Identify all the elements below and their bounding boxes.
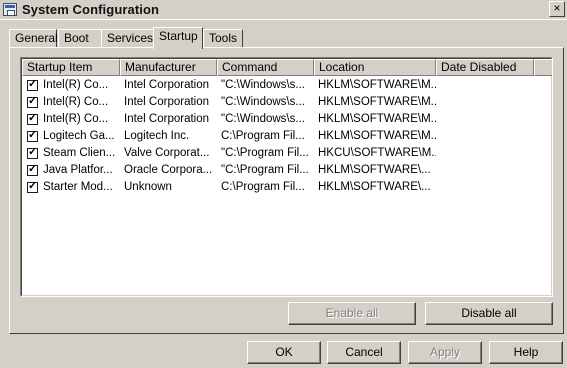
startup-item-checkbox[interactable]: ✓ xyxy=(27,112,38,125)
checkmark-icon: ✓ xyxy=(28,180,38,192)
tab-tools[interactable]: Tools xyxy=(203,29,243,48)
cell-manufacturer: Intel Corporation xyxy=(124,113,210,125)
cell-command: "C:\Windows\s... xyxy=(221,96,305,108)
table-row[interactable]: ✓ Logitech Ga... Logitech Inc. C:\Progra… xyxy=(22,128,552,145)
title-bar: System Configuration × xyxy=(0,0,567,20)
cell-location: HKLM\SOFTWARE\M... xyxy=(318,130,436,142)
ok-button[interactable]: OK xyxy=(247,341,321,364)
cell-location: HKCU\SOFTWARE\M... xyxy=(318,147,436,159)
checkmark-icon: ✓ xyxy=(28,163,38,175)
disable-all-button[interactable]: Disable all xyxy=(425,302,553,325)
checkmark-icon: ✓ xyxy=(28,95,38,107)
window-title: System Configuration xyxy=(22,2,160,17)
column-header-location[interactable]: Location xyxy=(314,59,436,76)
apply-button[interactable]: Apply xyxy=(408,341,482,364)
tab-services[interactable]: Services xyxy=(101,29,155,48)
cell-manufacturer: Oracle Corpora... xyxy=(124,164,213,176)
startup-item-checkbox[interactable]: ✓ xyxy=(27,129,38,142)
column-header-startup-item[interactable]: Startup Item xyxy=(22,59,120,76)
cell-location: HKLM\SOFTWARE\M... xyxy=(318,113,436,125)
cell-location: HKLM\SOFTWARE\... xyxy=(318,181,431,193)
table-row[interactable]: ✓ Intel(R) Co... Intel Corporation "C:\W… xyxy=(22,94,552,111)
table-row[interactable]: ✓ Starter Mod... Unknown C:\Program Fil.… xyxy=(22,179,552,196)
cancel-button[interactable]: Cancel xyxy=(327,341,401,364)
cell-startup-item: Intel(R) Co... xyxy=(43,79,109,91)
startup-item-checkbox[interactable]: ✓ xyxy=(27,163,38,176)
tab-startup[interactable]: Startup xyxy=(153,27,203,49)
column-header-date-disabled[interactable]: Date Disabled xyxy=(436,59,534,76)
cell-startup-item: Intel(R) Co... xyxy=(43,96,109,108)
cell-manufacturer: Logitech Inc. xyxy=(124,130,190,142)
cell-date-disabled xyxy=(437,111,533,128)
table-row[interactable]: ✓ Intel(R) Co... Intel Corporation "C:\W… xyxy=(22,77,552,94)
column-header-manufacturer[interactable]: Manufacturer xyxy=(120,59,217,76)
cell-location: HKLM\SOFTWARE\M... xyxy=(318,79,436,91)
checkmark-icon: ✓ xyxy=(28,112,38,124)
cell-date-disabled xyxy=(437,77,533,94)
cell-manufacturer: Valve Corporat... xyxy=(124,147,210,159)
cell-manufacturer: Intel Corporation xyxy=(124,96,210,108)
checkmark-icon: ✓ xyxy=(28,146,38,158)
startup-item-checkbox[interactable]: ✓ xyxy=(27,95,38,108)
cell-location: HKLM\SOFTWARE\... xyxy=(318,164,431,176)
cell-manufacturer: Intel Corporation xyxy=(124,79,210,91)
tab-boot[interactable]: Boot xyxy=(58,29,102,48)
column-header-filler xyxy=(534,59,552,76)
cell-date-disabled xyxy=(437,162,533,179)
checkmark-icon: ✓ xyxy=(28,78,38,90)
help-button[interactable]: Help xyxy=(489,341,563,364)
tab-general[interactable]: General xyxy=(9,29,58,48)
startup-item-checkbox[interactable]: ✓ xyxy=(27,180,38,193)
cell-date-disabled xyxy=(437,179,533,196)
startup-item-checkbox[interactable]: ✓ xyxy=(27,78,38,91)
cell-startup-item: Logitech Ga... xyxy=(43,130,115,142)
checkmark-icon: ✓ xyxy=(28,129,38,141)
cell-command: C:\Program Fil... xyxy=(221,130,305,142)
list-header: Startup Item Manufacturer Command Locati… xyxy=(22,59,552,76)
table-row[interactable]: ✓ Steam Clien... Valve Corporat... "C:\P… xyxy=(22,145,552,162)
cell-startup-item: Steam Clien... xyxy=(43,147,116,159)
close-button[interactable]: × xyxy=(549,1,565,17)
startup-items-list[interactable]: Startup Item Manufacturer Command Locati… xyxy=(20,57,553,297)
cell-date-disabled xyxy=(437,94,533,111)
cell-startup-item: Intel(R) Co... xyxy=(43,113,109,125)
cell-startup-item: Java Platfor... xyxy=(43,164,113,176)
cell-command: "C:\Windows\s... xyxy=(221,113,305,125)
column-header-command[interactable]: Command xyxy=(217,59,314,76)
table-row[interactable]: ✓ Java Platfor... Oracle Corpora... "C:\… xyxy=(22,162,552,179)
cell-command: C:\Program Fil... xyxy=(221,181,305,193)
cell-manufacturer: Unknown xyxy=(124,181,172,193)
cell-command: "C:\Windows\s... xyxy=(221,79,305,91)
enable-all-button[interactable]: Enable all xyxy=(288,302,416,325)
cell-location: HKLM\SOFTWARE\M... xyxy=(318,96,436,108)
cell-command: "C:\Program Fil... xyxy=(221,147,309,159)
system-config-icon xyxy=(3,3,17,16)
startup-item-checkbox[interactable]: ✓ xyxy=(27,146,38,159)
cell-date-disabled xyxy=(437,128,533,145)
cell-startup-item: Starter Mod... xyxy=(43,181,113,193)
cell-command: "C:\Program Fil... xyxy=(221,164,309,176)
cell-date-disabled xyxy=(437,145,533,162)
table-row[interactable]: ✓ Intel(R) Co... Intel Corporation "C:\W… xyxy=(22,111,552,128)
